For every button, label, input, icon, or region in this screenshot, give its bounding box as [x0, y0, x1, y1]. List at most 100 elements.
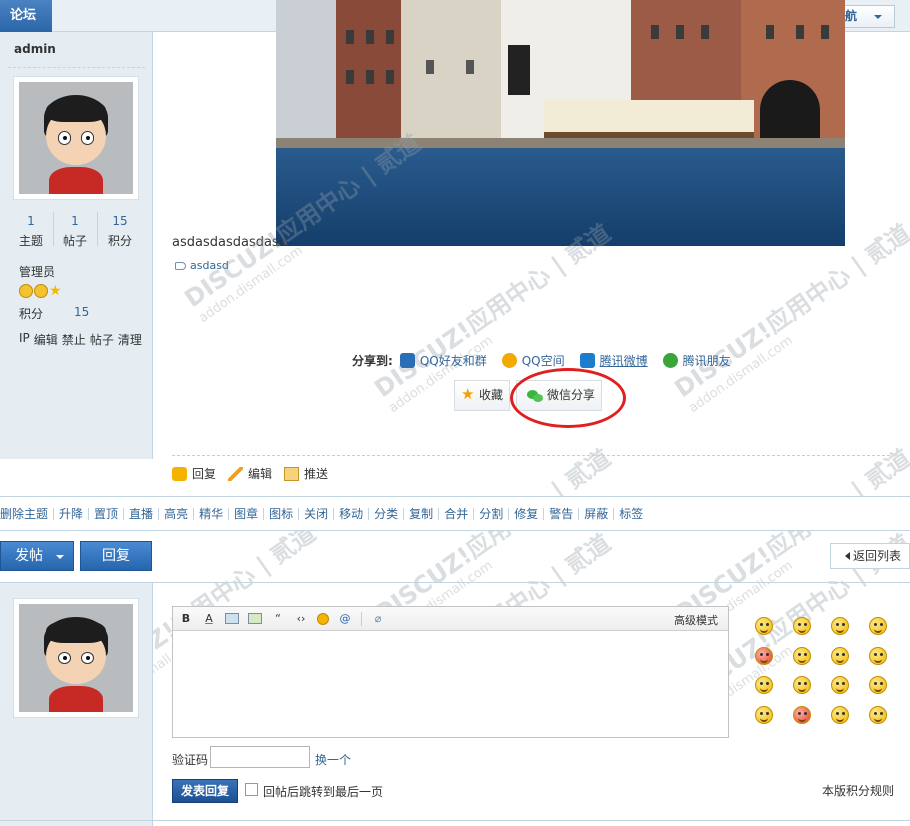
emoji-icon[interactable] — [793, 646, 811, 665]
forum-tab[interactable]: 论坛 — [0, 0, 52, 32]
admin-link-ip[interactable]: IP — [19, 331, 30, 348]
post-tag[interactable]: asdasd — [175, 259, 229, 272]
mod-move[interactable]: 移动 — [334, 507, 370, 520]
emoji-icon[interactable] — [869, 705, 887, 724]
change-captcha-link[interactable]: 换一个 — [315, 751, 351, 768]
mod-close[interactable]: 关闭 — [299, 507, 335, 520]
qzone-icon — [501, 353, 517, 368]
emoji-icon[interactable] — [831, 617, 849, 635]
reply-action[interactable]: 回复 — [172, 465, 216, 482]
share-qzone[interactable]: QQ空间 — [522, 352, 565, 369]
mod-icon[interactable]: 图标 — [264, 507, 300, 520]
mod-digest[interactable]: 精华 — [194, 507, 230, 520]
emoji-icon[interactable] — [793, 676, 811, 694]
edit-action[interactable]: 编辑 — [228, 465, 272, 482]
new-thread-label: 发帖 — [15, 548, 43, 564]
code-icon[interactable]: ‹› — [294, 612, 308, 625]
avatar-image — [19, 604, 133, 712]
link-icon[interactable] — [248, 613, 262, 624]
admin-link-edit[interactable]: 编辑 — [34, 331, 58, 348]
post-content: asdasdasdasdasd — [172, 235, 287, 250]
mod-stamp[interactable]: 图章 — [229, 507, 265, 520]
stat-label: 主题 — [18, 234, 43, 248]
mod-highlight[interactable]: 高亮 — [159, 507, 195, 520]
mod-warn[interactable]: 警告 — [544, 507, 580, 520]
emoji-icon[interactable] — [831, 705, 849, 724]
submit-reply-button[interactable]: 发表回复 — [172, 779, 238, 803]
mod-block[interactable]: 屏蔽 — [579, 507, 615, 520]
mod-sticky[interactable]: 置顶 — [89, 507, 125, 520]
smiley-icon[interactable] — [317, 612, 329, 625]
mod-merge[interactable]: 合并 — [439, 507, 475, 520]
emoji-icon[interactable] — [755, 646, 773, 665]
author-name[interactable]: admin — [14, 42, 56, 56]
share-tencent-friend[interactable]: 腾讯朋友 — [683, 352, 731, 369]
stat-value: 1 — [27, 214, 35, 228]
post-actions: 回复 编辑 推送 — [172, 465, 328, 482]
avatar[interactable] — [13, 76, 139, 200]
emoji-icon[interactable] — [793, 617, 811, 635]
divider — [172, 455, 890, 456]
at-icon[interactable]: @ — [338, 612, 352, 625]
rank-stars: ★ — [19, 284, 62, 298]
my-avatar[interactable] — [13, 598, 139, 718]
push-action[interactable]: 推送 — [284, 465, 328, 482]
stat-credits[interactable]: 15 积分 — [100, 214, 140, 249]
emoji-icon[interactable] — [831, 646, 849, 665]
image-icon[interactable] — [225, 613, 239, 624]
mod-tag[interactable]: 标签 — [614, 508, 648, 520]
emoji-icon[interactable] — [793, 705, 811, 724]
admin-link-posts[interactable]: 帖子 — [90, 331, 114, 348]
mod-live[interactable]: 直播 — [124, 507, 160, 520]
emoji-icon[interactable] — [869, 676, 887, 694]
back-arrow-icon — [845, 552, 850, 560]
stat-threads[interactable]: 1 主题 — [11, 214, 51, 249]
rank-moon-icon — [34, 284, 48, 298]
reply-button[interactable]: 回复 — [80, 541, 152, 571]
reply-editor: B A “ ‹› @ ⌀ 高级模式 — [172, 606, 729, 738]
admin-link-clean[interactable]: 清理 — [118, 331, 142, 348]
emoji-icon[interactable] — [755, 705, 773, 724]
points-value[interactable]: 15 — [74, 305, 89, 319]
stat-posts[interactable]: 1 帖子 — [55, 214, 95, 249]
admin-link-ban[interactable]: 禁止 — [62, 331, 86, 348]
captcha-input[interactable] — [210, 746, 310, 768]
stat-label: 帖子 — [62, 234, 87, 248]
new-thread-button[interactable]: 发帖 — [0, 541, 74, 571]
share-qq[interactable]: QQ好友和群 — [420, 352, 487, 369]
user-group[interactable]: 管理员 — [19, 263, 55, 280]
back-to-list-label: 返回列表 — [853, 549, 902, 563]
share-tencent-weibo[interactable]: 腾讯微博 — [600, 352, 648, 369]
mod-repair[interactable]: 修复 — [509, 507, 545, 520]
favorite-button[interactable]: ★ 收藏 — [454, 380, 510, 411]
mod-bump[interactable]: 升降 — [54, 507, 90, 520]
emoji-panel — [755, 617, 907, 735]
chevron-down-icon — [56, 555, 64, 559]
emoji-icon[interactable] — [755, 676, 773, 694]
emoji-icon[interactable] — [755, 617, 773, 635]
jump-last-page-label[interactable]: 回帖后跳转到最后一页 — [263, 783, 383, 800]
back-to-list-button[interactable]: 返回列表 — [830, 543, 910, 569]
share-label: 分享到: — [352, 354, 393, 368]
quote-icon[interactable]: “ — [271, 612, 285, 625]
edit-action-label: 编辑 — [248, 467, 273, 481]
mod-category[interactable]: 分类 — [369, 507, 405, 520]
advanced-mode-link[interactable]: 高级模式 — [674, 612, 718, 628]
attach-icon[interactable]: ⌀ — [371, 612, 385, 625]
emoji-icon[interactable] — [869, 646, 887, 665]
divider — [361, 611, 362, 626]
credit-rules-link[interactable]: 本版积分规则 — [822, 782, 894, 799]
bold-button[interactable]: B — [179, 612, 193, 625]
divider — [8, 67, 145, 68]
mod-copy[interactable]: 复制 — [404, 507, 440, 520]
message-textarea[interactable] — [173, 631, 728, 737]
mod-delete-thread[interactable]: 删除主题 — [0, 507, 55, 520]
post-image[interactable] — [276, 0, 845, 246]
emoji-icon[interactable] — [831, 676, 849, 694]
share-bar: 分享到: QQ好友和群 QQ空间 腾讯微博 腾讯朋友 — [352, 352, 741, 369]
reply-action-label: 回复 — [192, 467, 217, 481]
mod-split[interactable]: 分割 — [474, 507, 510, 520]
jump-last-page-checkbox[interactable] — [245, 783, 258, 796]
font-color-button[interactable]: A — [202, 612, 216, 625]
emoji-icon[interactable] — [869, 617, 887, 635]
